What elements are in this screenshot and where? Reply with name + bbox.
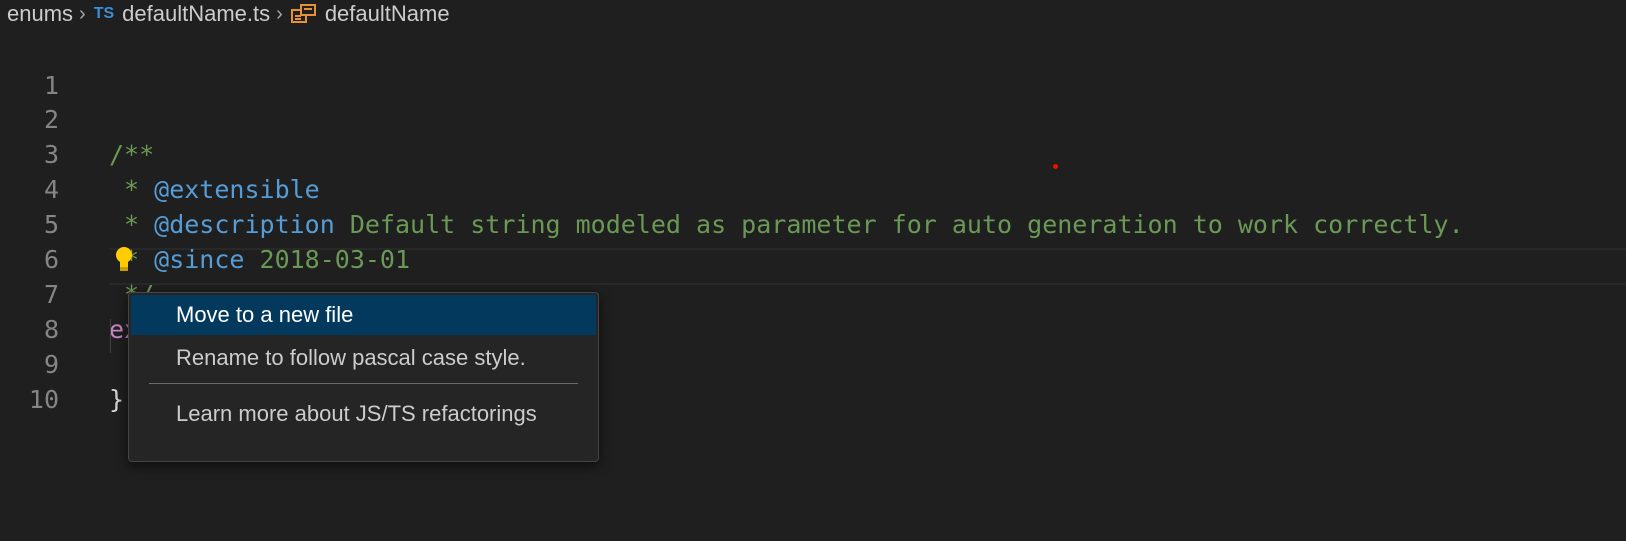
breadcrumb-file[interactable]: defaultName.ts (122, 1, 270, 27)
breadcrumb-folder[interactable]: enums (7, 1, 73, 27)
code-line: 3 * @extensible (0, 102, 1626, 204)
menu-item-move-to-new-file[interactable]: Move to a new file (131, 295, 596, 335)
menu-item-learn-more[interactable]: Learn more about JS/TS refactorings (131, 394, 596, 434)
code-line: 2 /** (0, 67, 1626, 169)
lightbulb-icon[interactable] (114, 245, 134, 273)
chevron-right-icon: › (79, 2, 86, 25)
code-line: 5 * @since 2018-03-01 (0, 172, 1626, 274)
code-line: 6 */ (0, 207, 1626, 309)
menu-item-rename-pascal-case[interactable]: Rename to follow pascal case style. (131, 338, 596, 378)
code-line: 7 export enum defaultName { (0, 242, 1626, 344)
code-line: 4 * @description Default string modeled … (0, 137, 1626, 239)
quick-fix-menu: Move to a new file Rename to follow pasc… (128, 292, 599, 462)
chevron-right-icon: › (276, 2, 283, 25)
menu-separator (149, 383, 578, 384)
code-editor[interactable]: 1 2 /** 3 * @extensible 4 * @description… (0, 33, 1626, 541)
enum-icon (290, 4, 316, 23)
close-brace: } (109, 385, 125, 414)
error-marker (1053, 164, 1058, 169)
line-number: 10 (28, 385, 59, 414)
code-line: 1 (0, 33, 1626, 100)
indent-guide (110, 319, 111, 353)
breadcrumb: enums › TS defaultName.ts › defaultName (0, 0, 1626, 28)
typescript-file-icon: TS (93, 5, 115, 22)
breadcrumb-symbol[interactable]: defaultName (325, 1, 450, 27)
